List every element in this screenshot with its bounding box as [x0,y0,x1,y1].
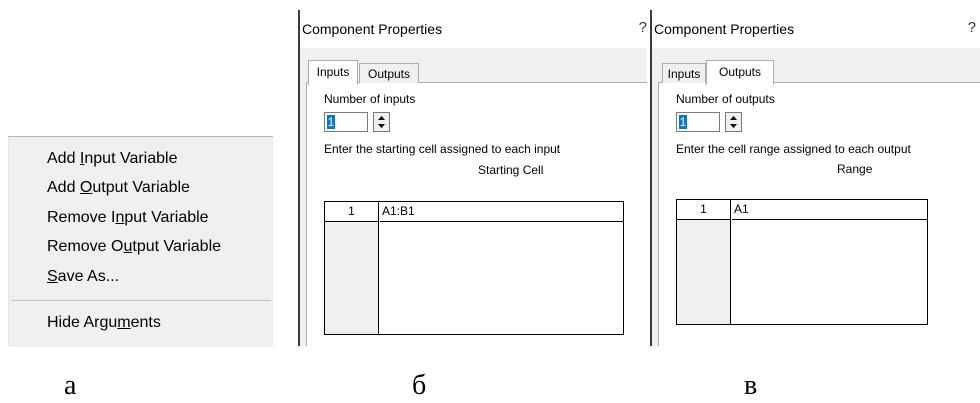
range-value-1[interactable]: A1 [732,200,927,220]
dialog-left-edge [298,10,300,346]
row-index-1: 1 [325,202,379,222]
tab-outputs[interactable]: Outputs [706,60,774,85]
dialog-title: Component Properties [654,21,795,37]
number-of-inputs-label: Number of inputs [324,92,416,106]
menu-item-hide-arguments[interactable]: Hide Arguments [47,313,161,333]
instruction-text: Enter the cell range assigned to each ou… [676,142,911,156]
number-of-inputs-field[interactable]: 1 [324,112,368,132]
dialog-titlebar: Component Properties ? [650,10,980,48]
column-header-range: Range [837,162,873,176]
row-index-1: 1 [677,200,731,220]
spin-updown-button[interactable] [373,112,390,132]
spin-arrows-icon [378,116,385,128]
tab-inputs[interactable]: Inputs [662,63,706,84]
dialog-left-edge [650,10,652,346]
number-of-outputs-field[interactable]: 1 [676,112,720,132]
starting-cell-value-1[interactable]: A1:B1 [380,202,623,222]
tab-panel-inputs: Number of inputs 1 Enter the starting ce… [306,83,647,346]
component-properties-dialog-inputs: Component Properties ? Inputs Outputs Nu… [298,10,647,346]
menu-item-remove-output-variable[interactable]: Remove Output Variable [47,237,221,257]
dialog-titlebar: Component Properties ? [298,10,647,48]
number-of-outputs-value: 1 [679,115,687,129]
component-properties-dialog-outputs: Component Properties ? Inputs Outputs Nu… [650,10,980,346]
caption-c: в [744,370,758,401]
menu-item-save-as[interactable]: Save As... [47,267,119,287]
tab-inputs[interactable]: Inputs [308,60,358,85]
menu-item-add-output-variable[interactable]: Add Output Variable [47,178,190,198]
caption-a: а [64,370,77,401]
menu-item-add-input-variable[interactable]: Add Input Variable [47,149,177,169]
number-of-outputs-label: Number of outputs [676,92,775,106]
dialog-title: Component Properties [302,21,443,37]
number-of-inputs-value: 1 [327,115,335,129]
help-button[interactable]: ? [968,19,976,36]
row-header-column [677,220,731,324]
column-header-starting-cell: Starting Cell [478,163,544,177]
spin-arrows-icon [730,116,737,128]
starting-cell-grid: 1 A1:B1 [324,201,624,335]
spin-updown-button[interactable] [725,112,742,132]
tab-panel-outputs: Number of outputs 1 Enter the cell range… [658,83,980,346]
instruction-text: Enter the starting cell assigned to each… [324,142,561,156]
context-menu: Add Input Variable Add Output Variable R… [8,136,273,347]
caption-b: б [412,370,427,401]
range-grid: 1 A1 [676,199,928,325]
help-button[interactable]: ? [639,19,647,36]
menu-separator [11,300,271,301]
row-header-column [325,222,379,334]
menu-item-remove-input-variable[interactable]: Remove Input Variable [47,208,209,228]
tab-outputs[interactable]: Outputs [359,63,419,84]
